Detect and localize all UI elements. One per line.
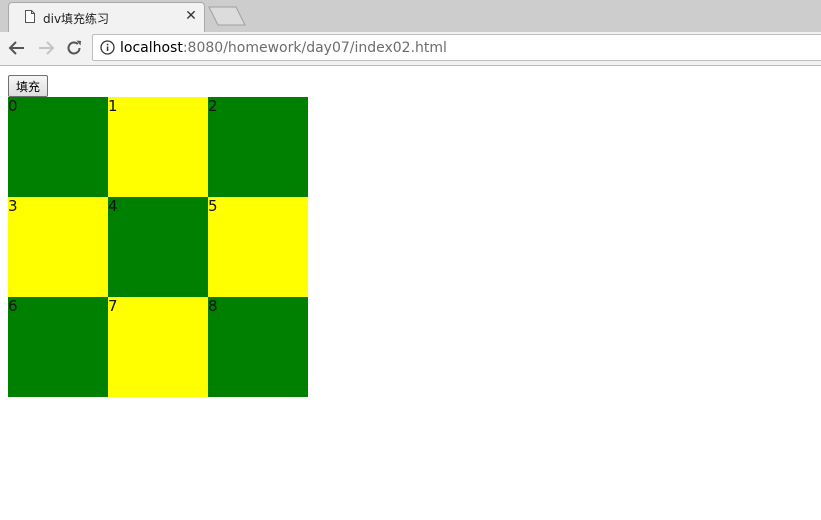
grid-cell: 0 (8, 97, 108, 197)
reload-icon[interactable] (64, 38, 84, 58)
close-tab-icon[interactable]: ✕ (183, 7, 199, 25)
tab-strip: div填充练习 ✕ (0, 0, 821, 32)
back-arrow-icon[interactable] (7, 38, 27, 58)
page-icon (25, 10, 35, 23)
browser-tab[interactable]: div填充练习 ✕ (8, 2, 205, 32)
url-text[interactable]: localhost:8080/homework/day07/index02.ht… (120, 39, 447, 57)
grid-cell: 1 (108, 97, 208, 197)
grid-cell: 8 (208, 297, 308, 397)
url-host: localhost (120, 40, 183, 56)
browser-toolbar: localhost:8080/homework/day07/index02.ht… (0, 32, 821, 66)
grid-cell: 3 (8, 197, 108, 297)
page-content: 填充 0 1 2 3 4 5 6 7 8 (0, 66, 821, 520)
info-icon[interactable] (100, 40, 115, 55)
tab-title: div填充练习 (43, 12, 110, 26)
grid-cell: 5 (208, 197, 308, 297)
new-tab-button[interactable] (208, 6, 246, 26)
url-path: :8080/homework/day07/index02.html (182, 40, 447, 56)
grid-cell: 2 (208, 97, 308, 197)
address-bar[interactable]: localhost:8080/homework/day07/index02.ht… (92, 34, 821, 61)
fill-button[interactable]: 填充 (8, 75, 49, 97)
color-grid: 0 1 2 3 4 5 6 7 8 (8, 97, 308, 397)
forward-arrow-icon[interactable] (36, 38, 56, 58)
grid-cell: 4 (108, 197, 208, 297)
grid-cell: 6 (8, 297, 108, 397)
grid-cell: 7 (108, 297, 208, 397)
